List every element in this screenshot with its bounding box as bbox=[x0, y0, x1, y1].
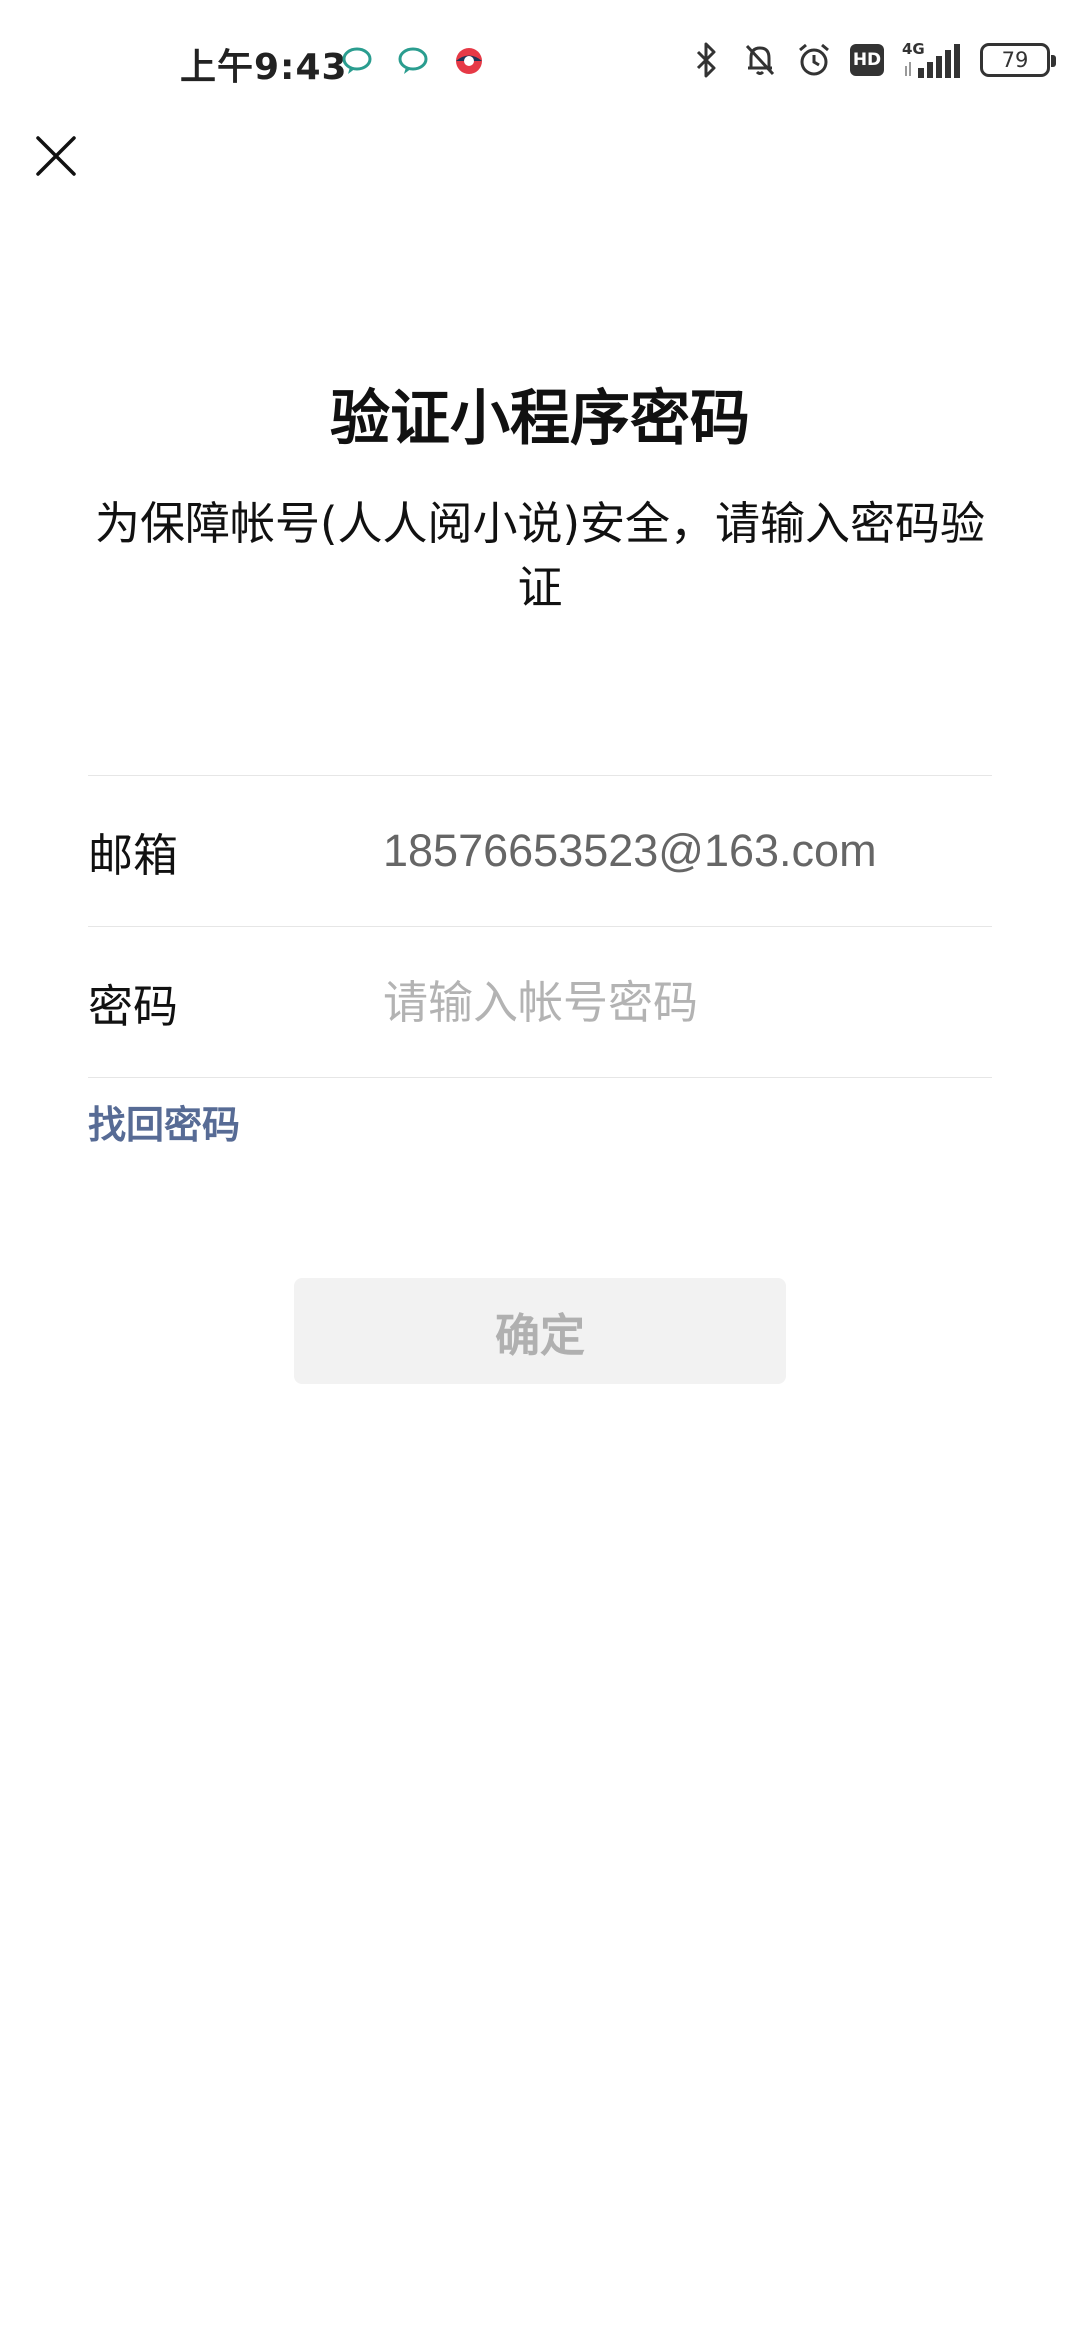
password-row: 密码 bbox=[88, 927, 992, 1077]
page-subtitle: 为保障帐号(人人阅小说)安全，请输入密码验证 bbox=[94, 497, 986, 614]
password-input[interactable] bbox=[383, 952, 992, 1052]
app-globe-icon bbox=[456, 48, 482, 74]
hd-icon: HD bbox=[850, 44, 884, 76]
email-label: 邮箱 bbox=[88, 828, 179, 882]
email-value: 18576653523@163.com bbox=[383, 825, 877, 876]
battery-icon: 79 bbox=[980, 43, 1056, 77]
alarm-icon bbox=[799, 43, 829, 76]
close-icon bbox=[36, 136, 76, 176]
divider bbox=[88, 1077, 992, 1078]
notification-icons bbox=[340, 44, 486, 78]
email-row: 邮箱 18576653523@163.com bbox=[88, 776, 992, 926]
bluetooth-icon bbox=[696, 42, 716, 78]
close-button[interactable] bbox=[28, 128, 84, 184]
login-form: 邮箱 18576653523@163.com 密码 bbox=[88, 775, 992, 1078]
status-time: 上午9:43 bbox=[180, 47, 348, 88]
mute-bell-icon bbox=[745, 44, 775, 76]
forgot-password-link[interactable]: 找回密码 bbox=[88, 1094, 240, 1149]
confirm-button[interactable]: 确定 bbox=[294, 1278, 786, 1384]
system-icons: HD 4G 79 bbox=[688, 40, 1056, 80]
signal-icon: 4G bbox=[902, 40, 962, 80]
password-label: 密码 bbox=[88, 979, 179, 1033]
status-bar: 上午9:43 HD 4G 79 bbox=[0, 0, 1080, 126]
chat-bubble-icon bbox=[398, 47, 428, 74]
page-title: 验证小程序密码 bbox=[330, 384, 750, 454]
battery-level: 79 bbox=[1001, 48, 1029, 72]
chat-bubble-icon bbox=[342, 47, 372, 74]
